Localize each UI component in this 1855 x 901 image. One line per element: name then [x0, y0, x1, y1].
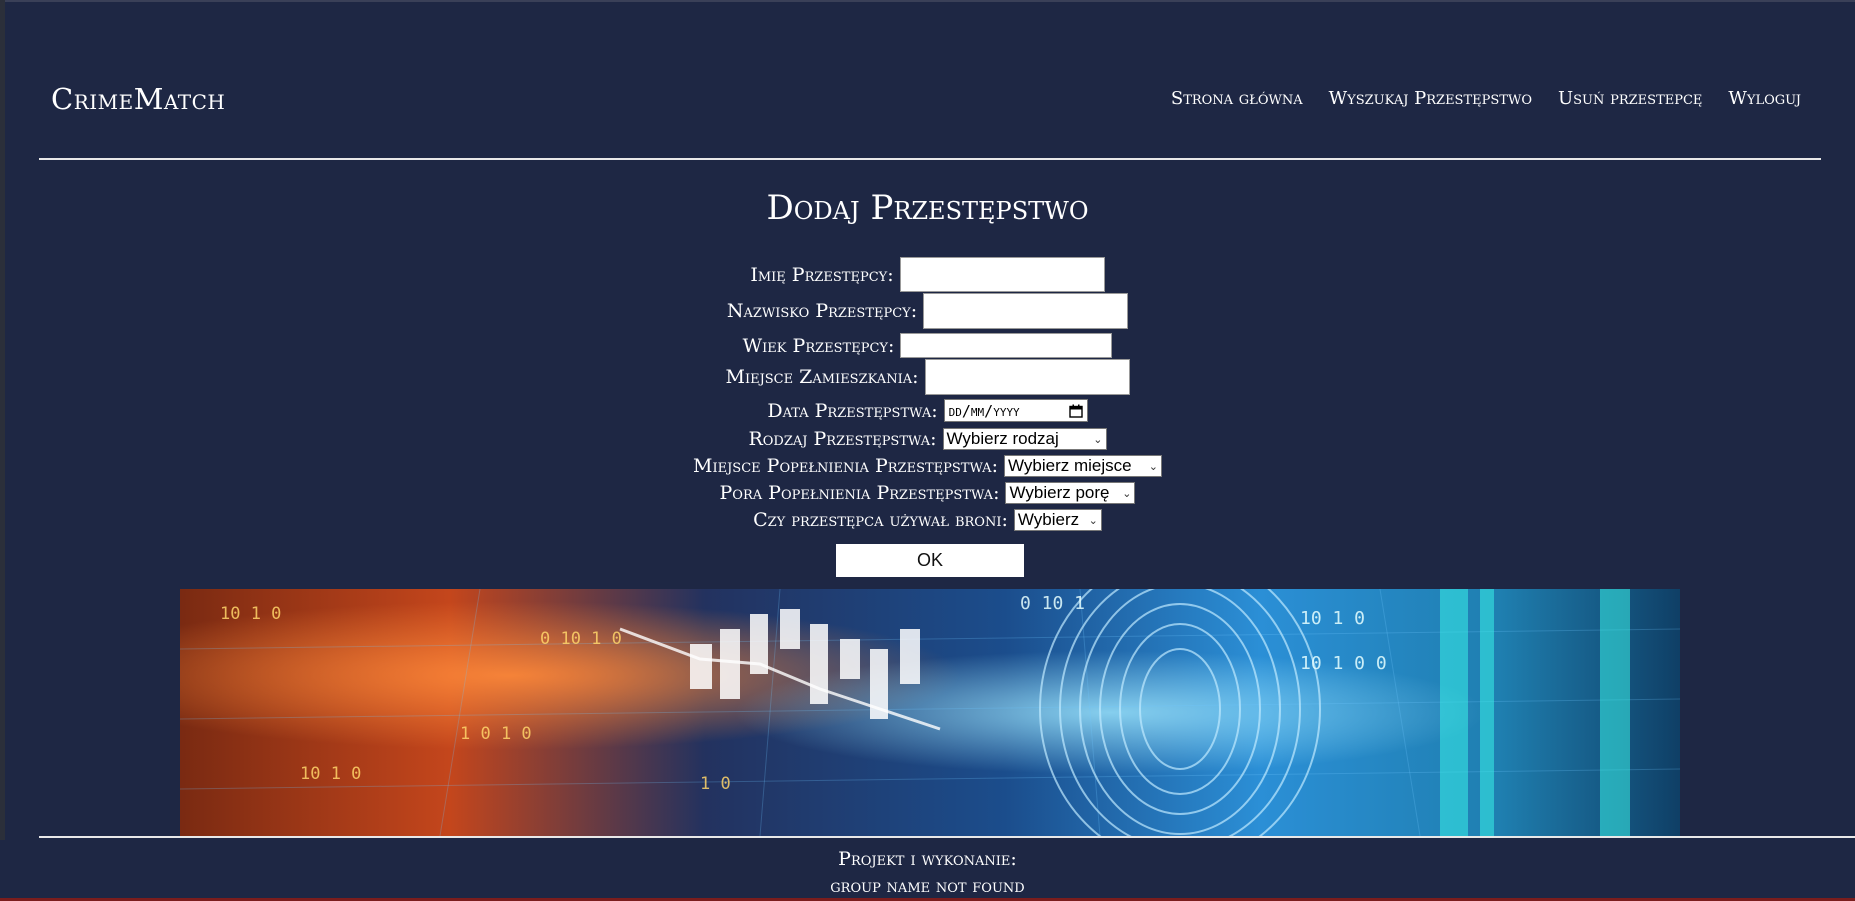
residence-label: Miejsce Zamieszkania:	[725, 366, 919, 388]
age-label: Wiek Przestępcy:	[742, 334, 895, 357]
binary-text: 10 1 0	[1300, 608, 1365, 629]
binary-text: 10 1 0 0	[1300, 653, 1387, 674]
binary-text: 1 0 1 0	[460, 724, 532, 744]
last-name-input[interactable]	[923, 293, 1129, 329]
age-input[interactable]	[900, 333, 1113, 358]
crime-type-value: Wybierz rodzaj	[946, 429, 1059, 448]
row-first-name: Imię Przestępcy:	[0, 257, 1855, 292]
banner-illustration: 10 1 0 0 10 1 0 1 0 1 0 10 1 0 1 0 0 10 …	[180, 589, 1680, 836]
crime-type-label: Rodzaj Przestępstwa:	[748, 428, 937, 450]
chevron-down-icon: ⌄	[1093, 433, 1103, 446]
binary-text: 10 1 0	[300, 764, 361, 784]
brand-logo[interactable]: CrimeMatch	[51, 82, 225, 116]
crime-time-value: Wybierz porę	[1009, 483, 1110, 502]
first-name-label: Imię Przestępcy:	[750, 263, 894, 286]
row-date: Data Przestępstwa: dd/mm/yyyy	[0, 399, 1855, 422]
footer-group-name: group name not found	[830, 876, 1025, 897]
binary-text: 0 10 1 0	[540, 629, 622, 649]
weapon-select[interactable]: Wybierz ⌄	[1013, 509, 1102, 531]
row-residence: Miejsce Zamieszkania:	[0, 359, 1855, 395]
window-top-edge	[0, 0, 1855, 2]
footer-divider	[39, 836, 1855, 838]
crime-time-select[interactable]: Wybierz porę ⌄	[1005, 482, 1136, 504]
footer-credit-heading: Projekt i wykonanie:	[838, 848, 1017, 870]
row-crime-type: Rodzaj Przestępstwa: Wybierz rodzaj ⌄	[0, 428, 1855, 450]
weapon-label: Czy przestępca używał broni:	[753, 509, 1008, 531]
submit-button[interactable]: OK	[836, 544, 1024, 577]
calendar-icon[interactable]	[1068, 404, 1083, 418]
nav-search-crime[interactable]: Wyszukaj Przestępstwo	[1329, 88, 1532, 109]
crime-place-value: Wybierz miejsce	[1007, 456, 1132, 475]
nav-home[interactable]: Strona główna	[1171, 88, 1303, 109]
crime-time-label: Pora Popełnienia Przestępstwa:	[719, 482, 1000, 504]
chevron-down-icon: ⌄	[1148, 460, 1158, 473]
crime-place-label: Miejsce Popełnienia Przestępstwa:	[693, 455, 998, 477]
weapon-value: Wybierz	[1017, 510, 1080, 529]
binary-text: 10 1 0	[220, 604, 281, 624]
chevron-down-icon: ⌄	[1122, 487, 1132, 500]
residence-input[interactable]	[924, 359, 1130, 395]
forensics-banner-image: 10 1 0 0 10 1 0 1 0 1 0 10 1 0 1 0 0 10 …	[180, 589, 1680, 836]
binary-text: 1 0	[700, 774, 731, 794]
row-crime-time: Pora Popełnienia Przestępstwa: Wybierz p…	[0, 482, 1855, 504]
row-last-name: Nazwisko Przestępcy:	[0, 293, 1855, 329]
row-weapon: Czy przestępca używał broni: Wybierz ⌄	[0, 509, 1855, 531]
crime-place-select[interactable]: Wybierz miejsce ⌄	[1003, 455, 1162, 477]
last-name-label: Nazwisko Przestępcy:	[726, 300, 918, 322]
row-crime-place: Miejsce Popełnienia Przestępstwa: Wybier…	[0, 455, 1855, 477]
crime-type-select[interactable]: Wybierz rodzaj ⌄	[942, 428, 1107, 450]
first-name-input[interactable]	[899, 257, 1105, 292]
nav-logout[interactable]: Wyloguj	[1728, 88, 1801, 109]
date-label: Data Przestępstwa:	[767, 399, 938, 422]
header-divider	[39, 158, 1821, 160]
nav-delete-criminal[interactable]: Usuń przestepcę	[1558, 88, 1702, 109]
page-title: Dodaj Przestępstwo	[766, 188, 1089, 228]
main-nav: Strona główna Wyszukaj Przestępstwo Usuń…	[1171, 88, 1801, 109]
date-input[interactable]: dd/mm/yyyy	[943, 399, 1088, 422]
chevron-down-icon: ⌄	[1088, 514, 1098, 527]
row-age: Wiek Przestępcy:	[0, 333, 1855, 358]
binary-text: 0 10 1	[1020, 593, 1085, 614]
date-placeholder: dd/mm/yyyy	[948, 401, 1020, 420]
